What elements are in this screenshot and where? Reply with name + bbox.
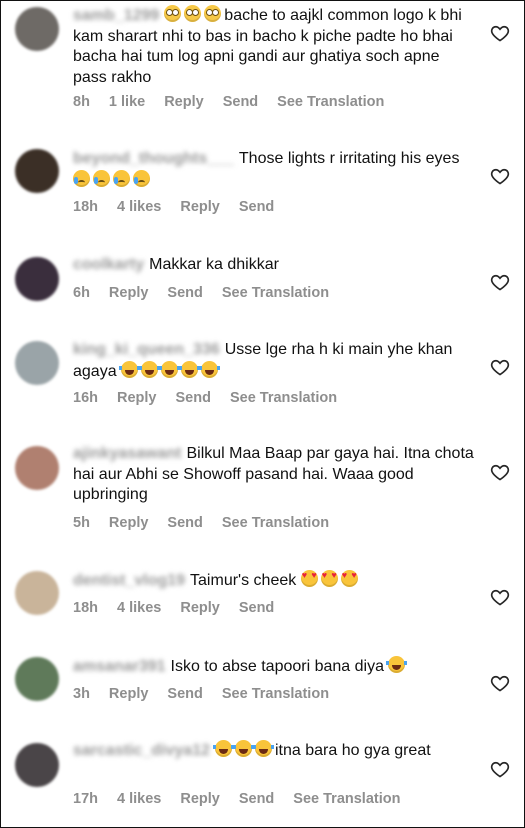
comment-meta: 18h 4 likes Reply Send: [73, 199, 293, 215]
avatar[interactable]: [15, 446, 59, 490]
see-translation-button[interactable]: See Translation: [230, 390, 337, 406]
send-button[interactable]: Send: [176, 390, 211, 406]
avatar[interactable]: [15, 657, 59, 701]
laughing-emoji-icon: [179, 360, 201, 378]
comment-text: amsanar391 Isko to abse tapoori bana diya: [73, 656, 474, 678]
comment-body: Those lights r irritating his eyes: [238, 150, 460, 167]
heart-eyes-emoji-icon: [300, 570, 318, 587]
comment-meta: 18h 4 likes Reply Send: [73, 600, 293, 616]
avatar[interactable]: [15, 743, 59, 787]
like-heart-icon[interactable]: [490, 587, 510, 607]
laughing-emoji-icon: [199, 360, 221, 378]
username[interactable]: coolkarty: [73, 255, 144, 276]
username[interactable]: ajinkyasawant: [73, 444, 182, 465]
comment-text: coolkarty Makkar ka dhikkar: [73, 255, 474, 276]
laughing-emoji-icon: [386, 656, 408, 673]
reply-button[interactable]: Reply: [164, 94, 204, 110]
reply-button[interactable]: Reply: [109, 686, 149, 702]
like-count[interactable]: 4 likes: [117, 600, 161, 616]
comment-time: 6h: [73, 285, 90, 301]
comment-text: king_ki_queen_336 Usse lge rha h ki main …: [73, 340, 474, 382]
like-heart-icon[interactable]: [490, 272, 510, 292]
crying-emoji-icon: [93, 169, 110, 187]
like-heart-icon[interactable]: [490, 23, 510, 43]
username[interactable]: dentist_vlog19: [73, 571, 185, 592]
comment-body: Makkar ka dhikkar: [149, 256, 279, 273]
send-button[interactable]: Send: [239, 600, 274, 616]
eye-roll-emoji-icon: [204, 5, 222, 22]
like-count[interactable]: 1 like: [109, 94, 145, 110]
avatar[interactable]: [15, 149, 59, 193]
crying-emoji-icon: [133, 169, 150, 187]
reply-button[interactable]: Reply: [117, 390, 157, 406]
crying-emoji-icon: [73, 169, 90, 187]
username[interactable]: sarcastic_divya12: [73, 741, 210, 762]
avatar[interactable]: [15, 257, 59, 301]
laughing-emoji-icon: [253, 740, 274, 757]
like-heart-icon[interactable]: [490, 357, 510, 377]
comment-body: Taimur's cheek: [190, 572, 301, 589]
comment-text: samb_1299 bache to aajkl common logo k bh…: [73, 5, 474, 88]
avatar[interactable]: [15, 341, 59, 385]
laughing-emoji-icon: [119, 360, 141, 378]
like-heart-icon[interactable]: [490, 166, 510, 186]
comment-body: Isko to abse tapoori bana diya: [170, 658, 389, 675]
like-heart-icon[interactable]: [490, 759, 510, 779]
comment-meta: 8h 1 like Reply Send See Translation: [73, 94, 403, 110]
comment-meta: 6h Reply Send See Translation: [73, 285, 348, 301]
comment-text: sarcastic_divya12 itna bara ho gya great: [73, 740, 474, 762]
comment-text: dentist_vlog19 Taimur's cheek: [73, 570, 474, 592]
send-button[interactable]: Send: [223, 94, 258, 110]
reply-button[interactable]: Reply: [180, 600, 220, 616]
comment-body: itna bara ho gya great: [275, 742, 431, 759]
like-heart-icon[interactable]: [490, 673, 510, 693]
heart-eyes-emoji-icon: [340, 570, 358, 587]
comment-time: 18h: [73, 600, 98, 616]
comment-meta: 16h Reply Send See Translation: [73, 390, 356, 406]
reply-button[interactable]: Reply: [180, 791, 220, 807]
see-translation-button[interactable]: See Translation: [277, 94, 384, 110]
reply-button[interactable]: Reply: [180, 199, 220, 215]
comment-text: beyond_thoughts___ Those lights r irritat…: [73, 149, 474, 191]
comment-text: ajinkyasawant Bilkul Maa Baap par gaya ha…: [73, 444, 474, 506]
username[interactable]: samb_1299: [73, 6, 159, 27]
comment-meta: 3h Reply Send See Translation: [73, 686, 348, 702]
comment-meta: 17h 4 likes Reply Send See Translation: [73, 791, 419, 807]
see-translation-button[interactable]: See Translation: [222, 515, 329, 531]
reply-button[interactable]: Reply: [109, 285, 149, 301]
avatar[interactable]: [15, 7, 59, 51]
like-heart-icon[interactable]: [490, 462, 510, 482]
comment-time: 3h: [73, 686, 90, 702]
username[interactable]: king_ki_queen_336: [73, 340, 220, 361]
comment-time: 18h: [73, 199, 98, 215]
laughing-emoji-icon: [233, 740, 254, 757]
laughing-emoji-icon: [139, 360, 161, 378]
send-button[interactable]: Send: [167, 686, 202, 702]
send-button[interactable]: Send: [167, 515, 202, 531]
username[interactable]: beyond_thoughts___: [73, 149, 234, 170]
send-button[interactable]: Send: [239, 199, 274, 215]
eye-roll-emoji-icon: [184, 5, 202, 22]
comment-time: 5h: [73, 515, 90, 531]
comment-time: 17h: [73, 791, 98, 807]
avatar[interactable]: [15, 571, 59, 615]
like-count[interactable]: 4 likes: [117, 791, 161, 807]
comment-time: 16h: [73, 390, 98, 406]
like-count[interactable]: 4 likes: [117, 199, 161, 215]
username[interactable]: amsanar391: [73, 657, 166, 678]
comments-panel: samb_1299 bache to aajkl common logo k bh…: [0, 0, 525, 828]
send-button[interactable]: Send: [167, 285, 202, 301]
crying-emoji-icon: [113, 169, 130, 187]
send-button[interactable]: Send: [239, 791, 274, 807]
heart-eyes-emoji-icon: [320, 570, 338, 587]
laughing-emoji-icon: [159, 360, 181, 378]
comment-meta: 5h Reply Send See Translation: [73, 515, 348, 531]
comment-time: 8h: [73, 94, 90, 110]
see-translation-button[interactable]: See Translation: [222, 686, 329, 702]
reply-button[interactable]: Reply: [109, 515, 149, 531]
see-translation-button[interactable]: See Translation: [222, 285, 329, 301]
eye-roll-emoji-icon: [164, 5, 182, 22]
see-translation-button[interactable]: See Translation: [293, 791, 400, 807]
laughing-emoji-icon: [213, 740, 234, 757]
